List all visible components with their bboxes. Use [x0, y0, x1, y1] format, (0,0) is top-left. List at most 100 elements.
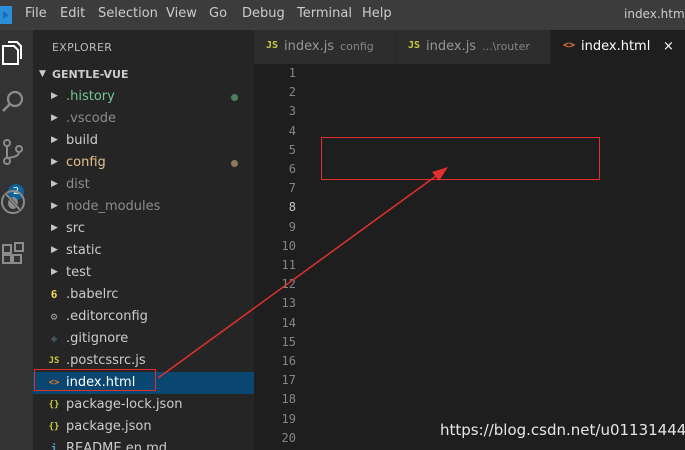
line-number: 15 [281, 334, 296, 349]
chevron-down-icon: ▼ [39, 69, 46, 79]
folder-item[interactable]: ▶ .history [33, 86, 254, 108]
line-number: 20 [281, 430, 296, 445]
annotation-box-index-html [34, 369, 156, 391]
source-control-icon[interactable] [0, 138, 28, 166]
json-icon: {} [48, 400, 60, 410]
modified-dot [231, 160, 238, 167]
file-item[interactable]: {} package.json [33, 416, 254, 438]
html-icon: <> [563, 40, 576, 51]
tree-item-label: build [66, 133, 98, 148]
modified-dot [231, 94, 238, 101]
folder-item[interactable]: ▶ node_modules [33, 196, 254, 218]
line-number: 1 [288, 66, 296, 80]
chevron-right-icon: ▶ [51, 157, 58, 167]
js-icon: JS [408, 40, 421, 51]
tab-description: config [340, 40, 374, 53]
folder-item[interactable]: ▶ build [33, 130, 254, 152]
tab-label: index.js config [284, 39, 374, 54]
tab-label: index.html [581, 39, 651, 54]
tree-item-label: test [66, 265, 91, 280]
folder-item[interactable]: ▶ .vscode [33, 108, 254, 130]
vscode-logo-icon [0, 6, 12, 24]
file-item[interactable]: i README.en.md [33, 438, 254, 450]
files-icon[interactable] [0, 40, 28, 68]
chevron-right-icon: ▶ [51, 135, 58, 145]
file-item[interactable]: ◆ .gitignore [33, 328, 254, 350]
line-number: 19 [281, 411, 296, 426]
code-editor[interactable]: 1234567891011121314151617181920 <!DOCTYP… [254, 64, 685, 450]
chevron-right-icon: ▶ [51, 91, 58, 101]
chevron-right-icon: ▶ [51, 245, 58, 255]
menu-file[interactable]: File [25, 6, 47, 21]
tree-item-label: README.en.md [66, 441, 167, 450]
project-name: GENTLE-VUE [52, 68, 129, 81]
chevron-right-icon: ▶ [51, 179, 58, 189]
folder-item[interactable]: ▶ test [33, 262, 254, 284]
line-number: 14 [281, 315, 296, 330]
menu-edit[interactable]: Edit [60, 6, 85, 21]
tree-item-label: .postcssrc.js [66, 353, 146, 368]
tree-item-label: .editorconfig [66, 309, 148, 324]
chevron-right-icon: ▶ [51, 223, 58, 233]
line-number: 13 [281, 296, 296, 311]
menu-view[interactable]: View [166, 6, 197, 21]
line-number: 4 [288, 123, 296, 138]
menu-selection[interactable]: Selection [98, 6, 158, 21]
debug-icon[interactable] [0, 188, 28, 216]
tab-description: ...\router [482, 40, 530, 53]
search-icon[interactable] [0, 88, 28, 116]
line-number: 8 [288, 200, 296, 215]
line-number: 7 [288, 181, 296, 196]
file-item[interactable]: 6 .babelrc [33, 284, 254, 306]
folder-item[interactable]: ▶ static [33, 240, 254, 262]
activity-bar: 2 [0, 30, 33, 450]
window-title: index.html - [624, 7, 685, 21]
tree-item-label: package.json [66, 419, 152, 434]
line-number: 18 [281, 392, 296, 407]
tree-item-label: .vscode [66, 111, 116, 126]
extensions-icon[interactable] [0, 240, 28, 268]
project-section-header[interactable]: ▼ GENTLE-VUE [33, 64, 254, 86]
line-number: 10 [281, 238, 296, 253]
tree-item-label: node_modules [66, 199, 161, 214]
annotation-box-meta-base [321, 137, 600, 180]
js-icon: JS [266, 40, 279, 51]
chevron-right-icon: ▶ [51, 267, 58, 277]
menu-help[interactable]: Help [362, 6, 392, 21]
line-number: 6 [288, 162, 296, 176]
explorer-title: EXPLORER [52, 41, 113, 54]
tree-item-label: config [66, 155, 106, 170]
tree-item-label: .babelrc [66, 287, 119, 302]
tab-index-js[interactable]: JS index.js config [254, 30, 396, 64]
chevron-right-icon: ▶ [51, 201, 58, 211]
tree-item-label: src [66, 221, 85, 236]
line-number: 3 [288, 104, 296, 119]
tree-item-label: static [66, 243, 102, 258]
tab-index-html[interactable]: <> index.html × [551, 30, 685, 64]
line-number: 2 [288, 85, 296, 100]
tree-item-label: package-lock.json [66, 397, 183, 412]
menu-terminal[interactable]: Terminal [297, 6, 352, 21]
menu-debug[interactable]: Debug [242, 6, 285, 21]
menu-go[interactable]: Go [209, 6, 227, 21]
close-icon[interactable]: × [663, 39, 674, 54]
tab-index-js[interactable]: JS index.js ...\router [396, 30, 551, 64]
title-bar: File Edit Selection View Go Debug Termin… [0, 0, 685, 30]
line-number: 9 [288, 219, 296, 234]
tab-label: index.js ...\router [426, 39, 530, 54]
file-item[interactable]: {} package-lock.json [33, 394, 254, 416]
line-number: 12 [281, 277, 296, 292]
chevron-right-icon: ▶ [51, 113, 58, 123]
line-number: 5 [288, 142, 296, 157]
folder-item[interactable]: ▶ dist [33, 174, 254, 196]
tree-item-label: .gitignore [66, 331, 129, 346]
file-item[interactable]: ⚙ .editorconfig [33, 306, 254, 328]
line-number: 17 [281, 373, 296, 388]
tab-bar: JS index.js config JS index.js ...\router <> in… [254, 30, 685, 64]
tree-item-label: dist [66, 177, 90, 192]
folder-item[interactable]: ▶ src [33, 218, 254, 240]
folder-item[interactable]: ▶ config [33, 152, 254, 174]
tree-item-label: .history [66, 89, 115, 104]
git-icon: ◆ [50, 332, 58, 345]
babel-icon: 6 [50, 288, 58, 301]
